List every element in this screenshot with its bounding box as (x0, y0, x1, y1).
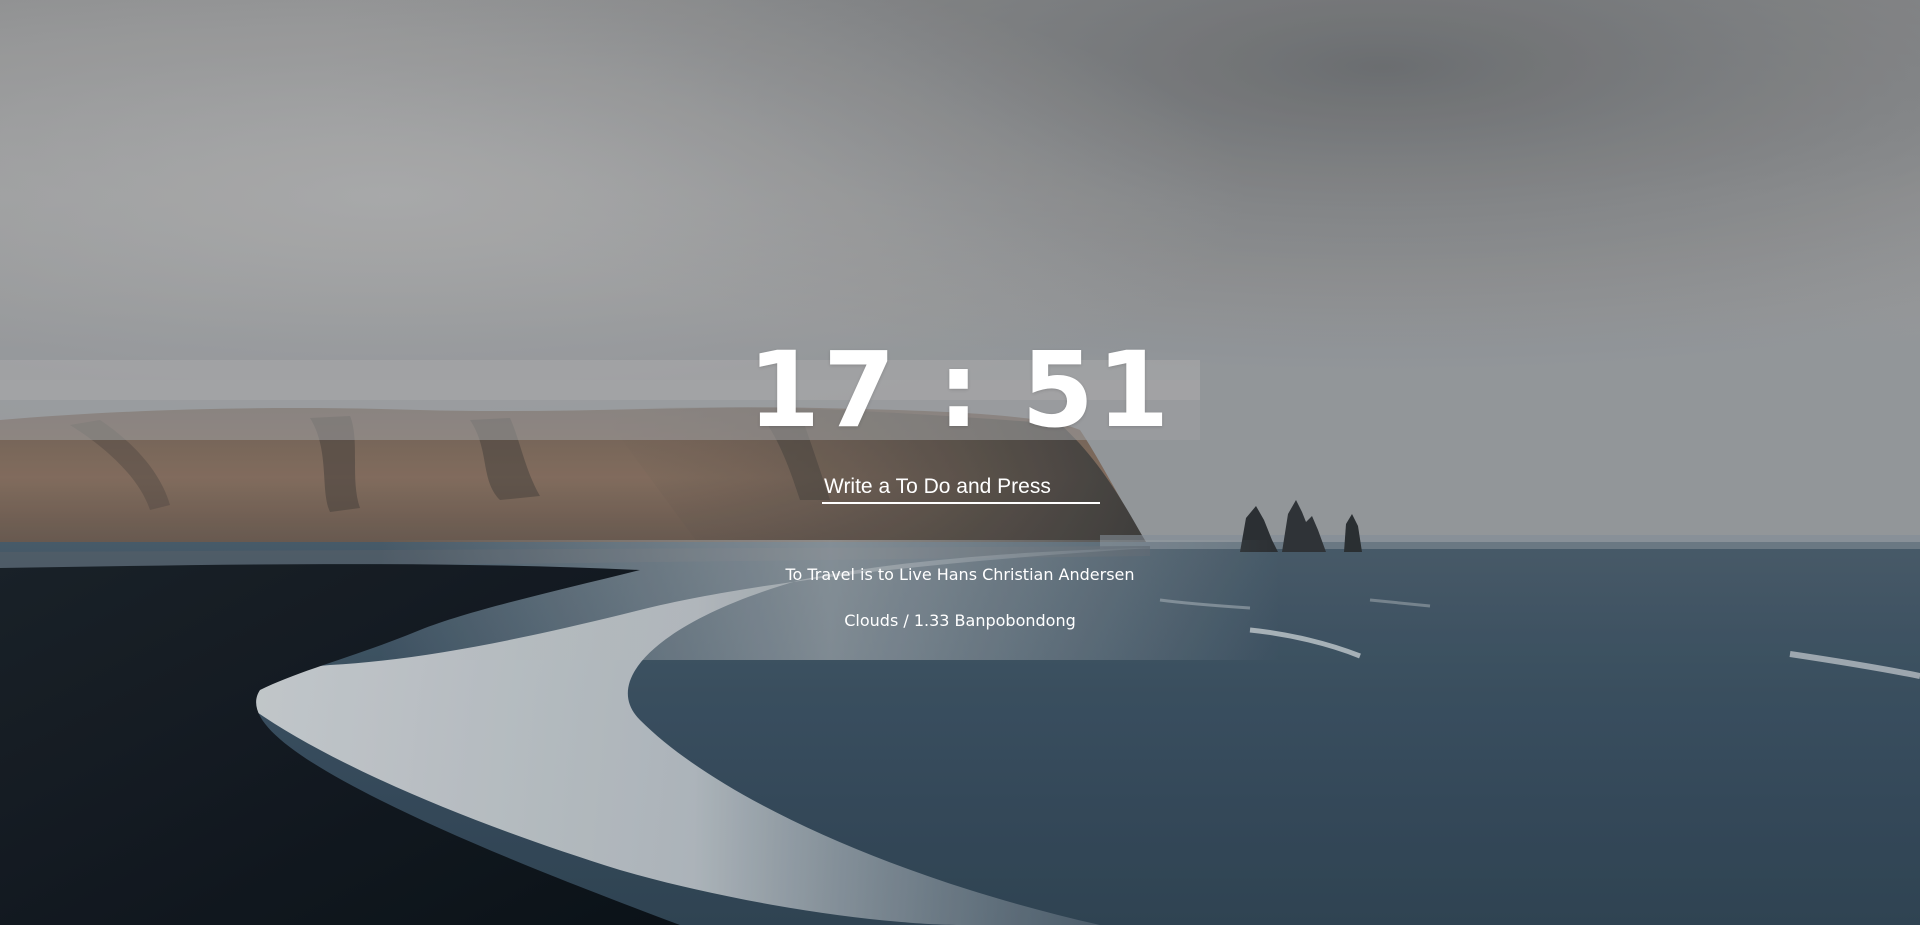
quote: To Travel is to Live Hans Christian Ander… (0, 564, 1920, 586)
clock: 17 : 51 (0, 330, 1920, 450)
clock-hours: 17 (747, 329, 899, 451)
todo-input[interactable] (822, 474, 1100, 504)
quote-author: Hans Christian Andersen (936, 565, 1135, 584)
clock-separator: : (937, 329, 983, 451)
weather-info: Clouds / 1.33 Banpobondong (844, 611, 1076, 630)
quote-text: To Travel is to Live (785, 565, 932, 584)
main-overlay: 17 : 51 To Travel is to LiveHans Christi… (0, 0, 1920, 925)
todo-form (822, 474, 1100, 506)
clock-minutes: 51 (1021, 329, 1173, 451)
